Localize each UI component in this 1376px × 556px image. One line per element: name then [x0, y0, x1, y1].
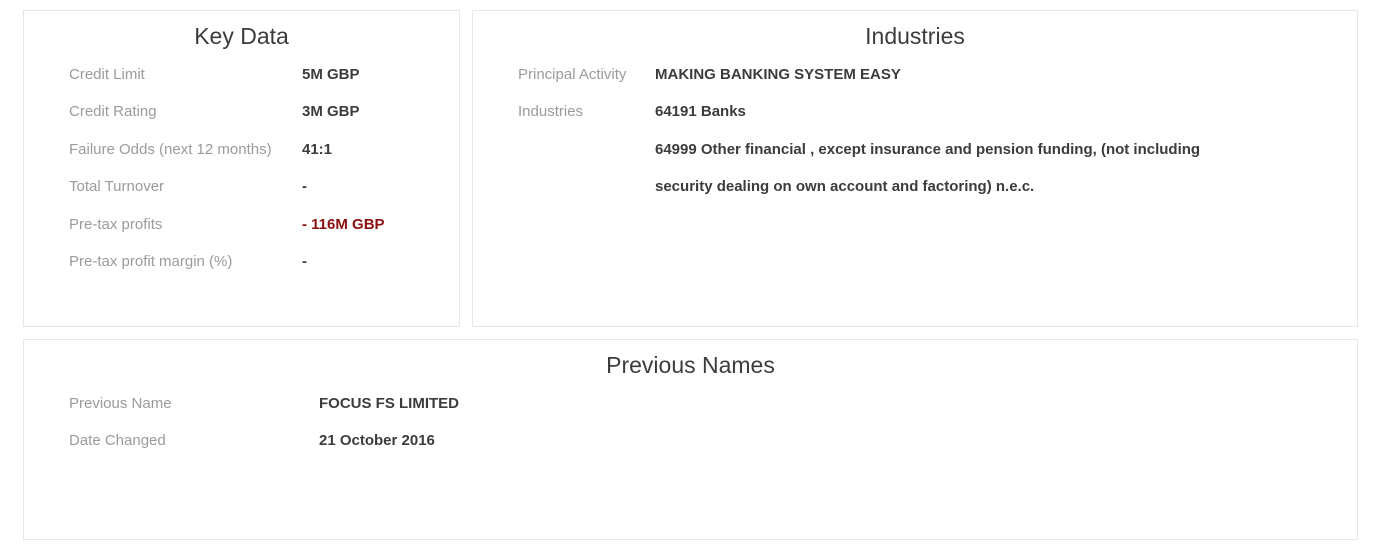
principal-activity-row: Principal Activity MAKING BANKING SYSTEM…	[473, 65, 1357, 85]
pre-tax-profits-label: Pre-tax profits	[69, 216, 163, 233]
total-turnover-row: Total Turnover -	[24, 177, 459, 197]
industry-row: 64999 Other financial , except insurance…	[473, 140, 1357, 160]
pre-tax-profit-margin-value: -	[302, 253, 307, 270]
industry-item: 64999 Other financial , except insurance…	[655, 141, 1201, 158]
total-turnover-label: Total Turnover	[69, 178, 165, 195]
credit-limit-value: 5M GBP	[302, 66, 360, 83]
pre-tax-profits-row: Pre-tax profits - 116M GBP	[24, 215, 459, 235]
date-changed-value: 21 October 2016	[319, 432, 435, 449]
principal-activity-label: Principal Activity	[518, 66, 627, 83]
key-data-panel: Key Data Credit Limit 5M GBP Credit Rati…	[23, 10, 460, 327]
industry-item: 64191 Banks	[655, 103, 746, 120]
failure-odds-row: Failure Odds (next 12 months) 41:1	[24, 140, 459, 160]
previous-name-value: FOCUS FS LIMITED	[319, 395, 459, 412]
pre-tax-profit-margin-row: Pre-tax profit margin (%) -	[24, 252, 459, 272]
credit-rating-value: 3M GBP	[302, 103, 360, 120]
industries-panel: Industries Principal Activity MAKING BAN…	[472, 10, 1358, 327]
principal-activity-value: MAKING BANKING SYSTEM EASY	[655, 66, 901, 83]
date-changed-row: Date Changed 21 October 2016	[24, 431, 1357, 451]
credit-limit-label: Credit Limit	[69, 66, 145, 83]
credit-rating-row: Credit Rating 3M GBP	[24, 102, 459, 122]
previous-name-label: Previous Name	[69, 395, 172, 412]
key-data-title: Key Data	[194, 23, 289, 49]
total-turnover-value: -	[302, 178, 307, 195]
pre-tax-profit-margin-label: Pre-tax profit margin (%)	[69, 253, 233, 270]
industry-item: security dealing on own account and fact…	[655, 178, 1035, 195]
date-changed-label: Date Changed	[69, 432, 166, 449]
industries-label: Industries	[518, 103, 584, 120]
failure-odds-value: 41:1	[302, 141, 333, 158]
previous-names-title: Previous Names	[606, 352, 775, 378]
pre-tax-profits-value: - 116M GBP	[302, 216, 385, 233]
credit-limit-row: Credit Limit 5M GBP	[24, 65, 459, 85]
failure-odds-label: Failure Odds (next 12 months)	[69, 141, 272, 158]
industry-row-continued: security dealing on own account and fact…	[473, 177, 1357, 197]
previous-names-panel: Previous Names Previous Name FOCUS FS LI…	[23, 339, 1358, 540]
industries-row: Industries 64191 Banks	[473, 102, 1357, 122]
credit-rating-label: Credit Rating	[69, 103, 157, 120]
previous-name-row: Previous Name FOCUS FS LIMITED	[24, 394, 1357, 414]
industries-title: Industries	[865, 23, 965, 49]
